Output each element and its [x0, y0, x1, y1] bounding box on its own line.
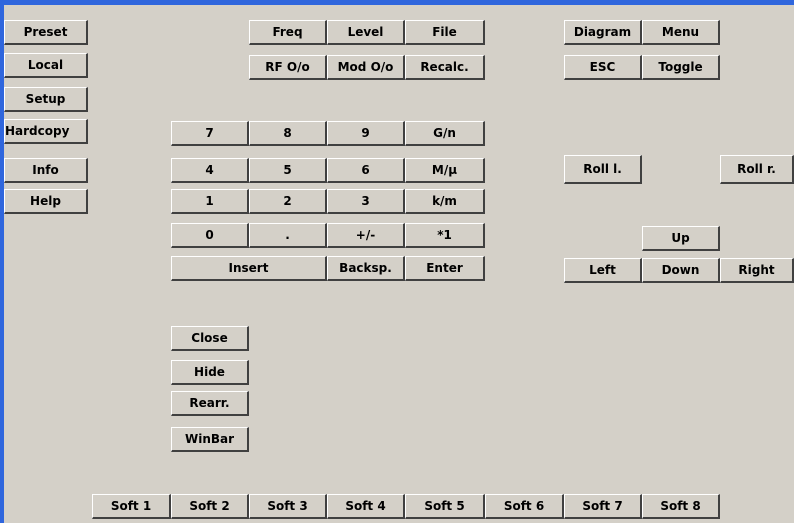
key-5[interactable]: 5 [249, 158, 327, 183]
close-button[interactable]: Close [171, 326, 249, 351]
softkey-8[interactable]: Soft 8 [642, 494, 720, 519]
key-7[interactable]: 7 [171, 121, 249, 146]
right-button[interactable]: Right [720, 258, 794, 283]
enter-button[interactable]: Enter [405, 256, 485, 281]
help-button[interactable]: Help [4, 189, 88, 214]
key-m-u[interactable]: M/µ [405, 158, 485, 183]
freq-button[interactable]: Freq [249, 20, 327, 45]
key-2[interactable]: 2 [249, 189, 327, 214]
key-0[interactable]: 0 [171, 223, 249, 248]
key-8[interactable]: 8 [249, 121, 327, 146]
softkey-4[interactable]: Soft 4 [327, 494, 405, 519]
recalc-button[interactable]: Recalc. [405, 55, 485, 80]
key-times-one[interactable]: *1 [405, 223, 485, 248]
backspace-button[interactable]: Backsp. [327, 256, 405, 281]
keypad-panel: Preset Local Setup Hardcopy Info Help Fr… [4, 5, 794, 523]
key-3[interactable]: 3 [327, 189, 405, 214]
hardcopy-button[interactable]: Hardcopy [4, 119, 88, 144]
setup-button[interactable]: Setup [4, 87, 88, 112]
softkey-1[interactable]: Soft 1 [92, 494, 171, 519]
info-button[interactable]: Info [4, 158, 88, 183]
mod-onoff-button[interactable]: Mod O/o [327, 55, 405, 80]
softkey-6[interactable]: Soft 6 [485, 494, 564, 519]
roll-right-button[interactable]: Roll r. [720, 155, 794, 184]
rf-onoff-button[interactable]: RF O/o [249, 55, 327, 80]
key-g-n[interactable]: G/n [405, 121, 485, 146]
toggle-button[interactable]: Toggle [642, 55, 720, 80]
insert-button[interactable]: Insert [171, 256, 327, 281]
softkey-7[interactable]: Soft 7 [564, 494, 642, 519]
level-button[interactable]: Level [327, 20, 405, 45]
key-6[interactable]: 6 [327, 158, 405, 183]
rearrange-button[interactable]: Rearr. [171, 391, 249, 416]
menu-button[interactable]: Menu [642, 20, 720, 45]
key-1[interactable]: 1 [171, 189, 249, 214]
key-decimal[interactable]: . [249, 223, 327, 248]
key-plus-minus[interactable]: +/- [327, 223, 405, 248]
key-9[interactable]: 9 [327, 121, 405, 146]
file-button[interactable]: File [405, 20, 485, 45]
diagram-button[interactable]: Diagram [564, 20, 642, 45]
softkey-3[interactable]: Soft 3 [249, 494, 327, 519]
preset-button[interactable]: Preset [4, 20, 88, 45]
hide-button[interactable]: Hide [171, 360, 249, 385]
softkey-2[interactable]: Soft 2 [171, 494, 249, 519]
key-4[interactable]: 4 [171, 158, 249, 183]
down-button[interactable]: Down [642, 258, 720, 283]
softkey-5[interactable]: Soft 5 [405, 494, 485, 519]
up-button[interactable]: Up [642, 226, 720, 251]
local-button[interactable]: Local [4, 53, 88, 78]
left-button[interactable]: Left [564, 258, 642, 283]
key-k-m[interactable]: k/m [405, 189, 485, 214]
esc-button[interactable]: ESC [564, 55, 642, 80]
roll-left-button[interactable]: Roll l. [564, 155, 642, 184]
winbar-button[interactable]: WinBar [171, 427, 249, 452]
